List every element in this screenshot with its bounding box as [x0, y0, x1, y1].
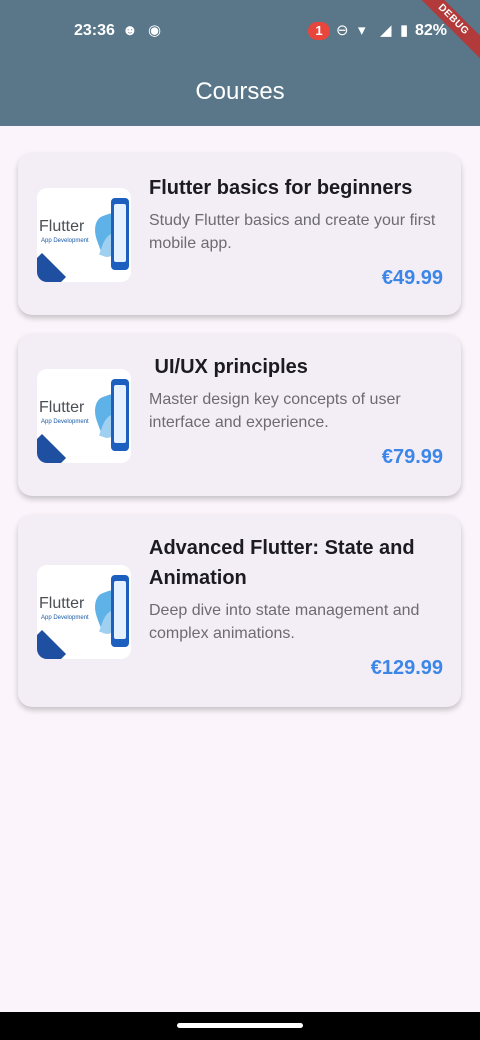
- thumbnail-sub-text: App Development: [41, 238, 89, 244]
- app-bar: 23:36 ☻ ◉ 1 ⊖ ▾ ◢ ▮ 82% DEBUG Courses: [0, 0, 480, 126]
- thumbnail-logo-text: Flutter: [39, 218, 85, 235]
- course-description: Master design key concepts of user inter…: [149, 391, 401, 431]
- notification-badge: 1: [308, 22, 330, 40]
- course-info: Advanced Flutter: State and Animation De…: [149, 533, 443, 680]
- cat-icon: ☻: [122, 22, 138, 39]
- course-price: €129.99: [370, 657, 443, 679]
- thumbnail-sub-text: App Development: [41, 615, 89, 621]
- page-title: Courses: [195, 78, 285, 105]
- course-description: Deep dive into state management and comp…: [149, 602, 420, 642]
- course-card[interactable]: Flutter App Development Flutter basics f…: [18, 153, 461, 315]
- signal-icon: ◢: [380, 22, 392, 39]
- thumbnail-logo-text: Flutter: [39, 595, 85, 612]
- course-card[interactable]: Flutter App Development UI/UX principles…: [18, 334, 461, 496]
- course-list: Flutter App Development Flutter basics f…: [18, 153, 461, 726]
- thumbnail-sub-text: App Development: [41, 419, 89, 425]
- course-description: Study Flutter basics and create your fir…: [149, 212, 436, 252]
- course-thumbnail: Flutter App Development: [37, 369, 131, 463]
- course-thumbnail: Flutter App Development: [37, 188, 131, 282]
- course-card[interactable]: Flutter App Development Advanced Flutter…: [18, 515, 461, 707]
- course-info: Flutter basics for beginners Study Flutt…: [149, 173, 443, 290]
- thumbnail-logo-text: Flutter: [39, 399, 85, 416]
- course-price: €49.99: [381, 267, 443, 289]
- do-not-disturb-icon: ⊖: [336, 22, 349, 39]
- battery-percent: 82%: [415, 22, 448, 39]
- course-title: Flutter basics for beginners: [149, 177, 413, 199]
- course-title: Advanced Flutter: State and Animation: [149, 537, 415, 589]
- wifi-icon: ▾: [358, 22, 366, 39]
- course-price: €79.99: [381, 446, 443, 468]
- course-title: UI/UX principles: [149, 356, 308, 378]
- system-navigation-bar: [0, 1012, 480, 1040]
- record-icon: ◉: [148, 22, 162, 39]
- course-info: UI/UX principles Master design key conce…: [149, 352, 443, 469]
- battery-icon: ▮: [400, 22, 409, 39]
- status-bar: 23:36 ☻ ◉ 1 ⊖ ▾ ◢ ▮ 82%: [0, 0, 480, 62]
- status-time: 23:36: [74, 22, 115, 39]
- home-indicator[interactable]: [177, 1023, 303, 1028]
- course-thumbnail: Flutter App Development: [37, 565, 131, 659]
